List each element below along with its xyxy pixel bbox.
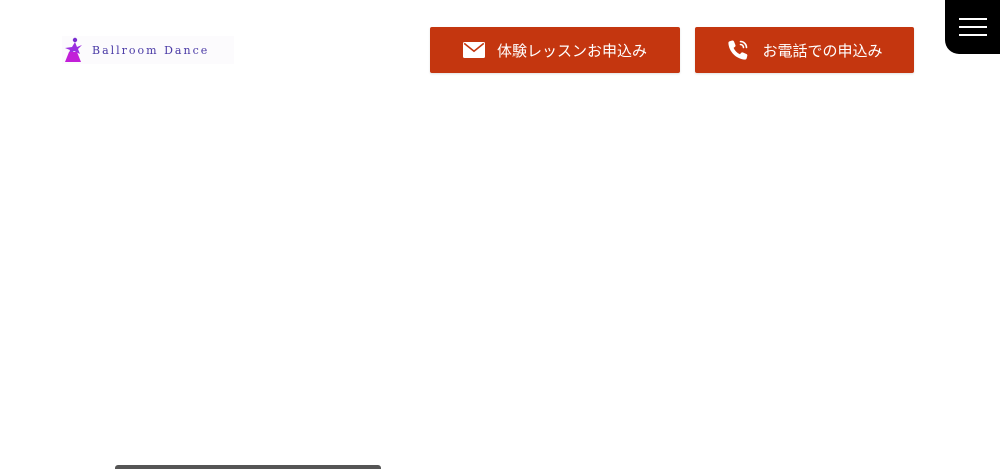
hamburger-menu-icon — [958, 18, 987, 20]
content-edge-bar — [115, 465, 381, 469]
hamburger-menu-button[interactable] — [945, 0, 1000, 54]
trial-lesson-label: 体験レッスンお申込み — [496, 41, 647, 60]
envelope-icon — [462, 42, 485, 58]
site-logo[interactable]: Ballroom Dance — [62, 36, 234, 64]
dancer-silhouette-icon — [65, 37, 82, 62]
hamburger-menu-icon-bar — [958, 34, 987, 36]
site-header: Ballroom Dance 体験レッスンお申込み お電話での申込み — [0, 0, 1000, 100]
logo-text: Ballroom Dance — [92, 43, 210, 57]
phone-application-label: お電話での申込み — [762, 41, 883, 60]
phone-icon — [726, 38, 750, 62]
trial-lesson-button[interactable]: 体験レッスンお申込み — [430, 27, 680, 73]
hamburger-menu-icon-bar — [958, 26, 987, 28]
phone-application-button[interactable]: お電話での申込み — [695, 27, 914, 73]
